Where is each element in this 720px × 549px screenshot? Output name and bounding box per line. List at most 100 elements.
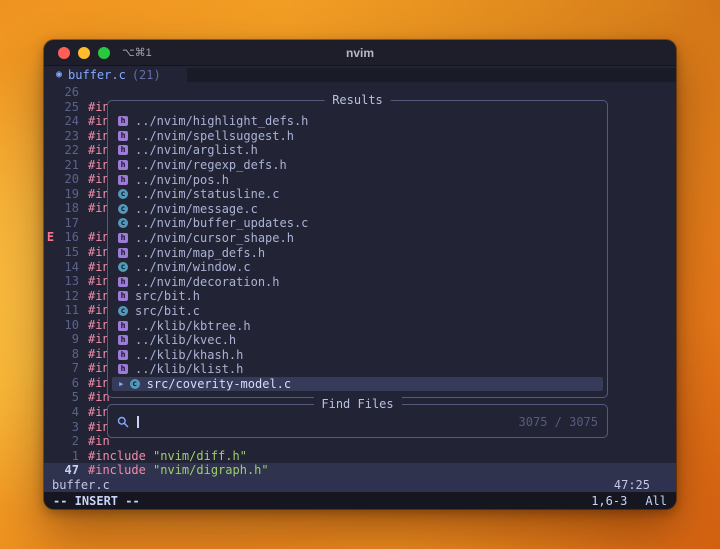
result-item[interactable]: h ../klib/klist.h: [112, 362, 603, 377]
result-item[interactable]: h src/bit.h: [112, 289, 603, 304]
filetype-c-icon: c: [118, 189, 128, 200]
find-files-input[interactable]: 3075 / 3075: [117, 415, 598, 429]
line-number: 14: [64, 259, 79, 274]
desktop-wallpaper: ⌥⌘1 nvim ◉ buffer.c (21) 26 25 #in 24 #in 23 #…: [0, 0, 720, 549]
line-number: 47: [64, 463, 79, 478]
line-number: 13: [64, 274, 79, 289]
filetype-h-icon: h: [118, 335, 128, 346]
result-item[interactable]: h ../nvim/regexp_defs.h: [112, 158, 603, 173]
result-item[interactable]: h ../nvim/map_defs.h: [112, 245, 603, 260]
result-label: ../nvim/highlight_defs.h: [135, 114, 309, 129]
results-list: h ../nvim/highlight_defs.h h ../nvim/spells…: [112, 114, 603, 392]
filetype-c-icon: c: [129, 378, 140, 389]
result-item[interactable]: h ../klib/kvec.h: [112, 333, 603, 348]
statusline-filename: buffer.c: [52, 478, 110, 492]
buffer-icon: ◉: [56, 69, 63, 80]
minimize-button[interactable]: [78, 46, 90, 59]
line-number: 17: [64, 215, 79, 230]
line-text: #include "nvim/digraph.h": [88, 463, 269, 478]
result-item[interactable]: h ../nvim/highlight_defs.h: [112, 114, 603, 129]
line-number: 5: [71, 390, 79, 405]
result-item[interactable]: c ../nvim/statusline.c: [112, 187, 603, 202]
filetype-c-icon: c: [118, 306, 128, 317]
text-cursor: [137, 416, 139, 428]
line-number: 16: [64, 230, 79, 245]
buffer-tab[interactable]: ◉ buffer.c (21): [44, 66, 187, 84]
filetype-h-icon: h: [118, 174, 128, 185]
result-item[interactable]: ▸ c src/coverity-model.c: [112, 376, 603, 392]
result-item[interactable]: h ../nvim/spellsuggest.h: [112, 129, 603, 144]
nvim-window: ⌥⌘1 nvim ◉ buffer.c (21) 26 25 #in 24 #in 23 #…: [44, 40, 676, 509]
line-number: 25: [64, 99, 79, 114]
result-label: src/bit.c: [135, 304, 201, 319]
line-text: #include "nvim/diff.h": [88, 448, 247, 463]
results-title: Results: [324, 93, 391, 108]
line-number: 18: [64, 201, 79, 216]
line-number: 24: [64, 114, 79, 129]
editor-line[interactable]: 47 #include "nvim/digraph.h": [44, 463, 676, 478]
line-number: 26: [64, 85, 79, 99]
filetype-h-icon: h: [118, 349, 128, 360]
filetype-h-icon: h: [118, 276, 128, 287]
editor-line[interactable]: 1 #include "nvim/diff.h": [44, 449, 676, 464]
traffic-lights: [44, 46, 110, 59]
result-item[interactable]: c ../nvim/window.c: [112, 260, 603, 275]
line-number: 19: [64, 186, 79, 201]
sign-column: E: [46, 230, 55, 245]
command-line: -- INSERT -- 1,6-3 All: [44, 492, 676, 509]
statusline: buffer.c 47:25: [44, 478, 676, 492]
result-item[interactable]: h ../nvim/arglist.h: [112, 143, 603, 158]
search-icon: [117, 416, 129, 428]
filetype-h-icon: h: [118, 160, 128, 171]
line-number: 10: [64, 317, 79, 332]
filetype-h-icon: h: [118, 145, 128, 156]
line-number: 7: [71, 361, 79, 376]
filetype-h-icon: h: [118, 364, 128, 375]
result-label: ../klib/kvec.h: [135, 333, 237, 348]
line-number: 22: [64, 143, 79, 158]
zoom-button[interactable]: [98, 46, 110, 59]
results-panel: Results h ../nvim/highlight_defs.h h ../nvi…: [107, 93, 608, 398]
editor[interactable]: 26 25 #in 24 #in 23 #in 22 #in 21 #in 20 #in 19 #in 18 #…: [44, 84, 676, 478]
filetype-h-icon: h: [118, 291, 128, 302]
result-item[interactable]: h ../nvim/pos.h: [112, 172, 603, 187]
filetype-h-icon: h: [118, 247, 128, 258]
find-files-panel: Find Files 3075 / 3075: [107, 397, 608, 438]
line-number: 15: [64, 245, 79, 260]
tabline: ◉ buffer.c (21): [44, 66, 676, 84]
result-label: ../nvim/map_defs.h: [135, 245, 266, 260]
result-item[interactable]: c ../nvim/message.c: [112, 202, 603, 217]
line-number: 4: [71, 405, 79, 420]
result-item[interactable]: h ../nvim/cursor_shape.h: [112, 231, 603, 246]
result-item[interactable]: c ../nvim/buffer_updates.c: [112, 216, 603, 231]
result-label: ../nvim/regexp_defs.h: [135, 158, 287, 173]
line-number: 11: [64, 303, 79, 318]
line-number: 3: [71, 419, 79, 434]
filetype-c-icon: c: [118, 203, 128, 214]
result-item[interactable]: h ../nvim/decoration.h: [112, 275, 603, 290]
result-label: ../klib/kbtree.h: [135, 318, 251, 333]
mode-indicator: -- INSERT --: [53, 493, 140, 508]
result-item[interactable]: h ../klib/kbtree.h: [112, 318, 603, 333]
line-number: 20: [64, 172, 79, 187]
selection-caret-icon: ▸: [118, 377, 125, 391]
result-label: ../nvim/cursor_shape.h: [135, 231, 294, 246]
scroll-position: All: [645, 493, 667, 508]
line-number: 6: [71, 375, 79, 390]
line-text: #in: [88, 434, 110, 449]
result-label: ../nvim/statusline.c: [135, 187, 280, 202]
line-number: 9: [71, 332, 79, 347]
titlebar: ⌥⌘1 nvim: [44, 40, 676, 66]
result-label: ../klib/klist.h: [135, 362, 244, 377]
close-button[interactable]: [58, 46, 70, 59]
line-number: 12: [64, 288, 79, 303]
line-number: 2: [71, 434, 79, 449]
result-item[interactable]: h ../klib/khash.h: [112, 348, 603, 363]
ruler: 1,6-3: [591, 493, 628, 508]
find-files-title: Find Files: [313, 397, 402, 412]
tabline-fill: [186, 68, 676, 82]
window-shortcut-label: ⌥⌘1: [122, 47, 152, 59]
filetype-c-icon: c: [118, 218, 128, 229]
result-item[interactable]: c src/bit.c: [112, 304, 603, 319]
result-label: ../nvim/pos.h: [135, 172, 229, 187]
